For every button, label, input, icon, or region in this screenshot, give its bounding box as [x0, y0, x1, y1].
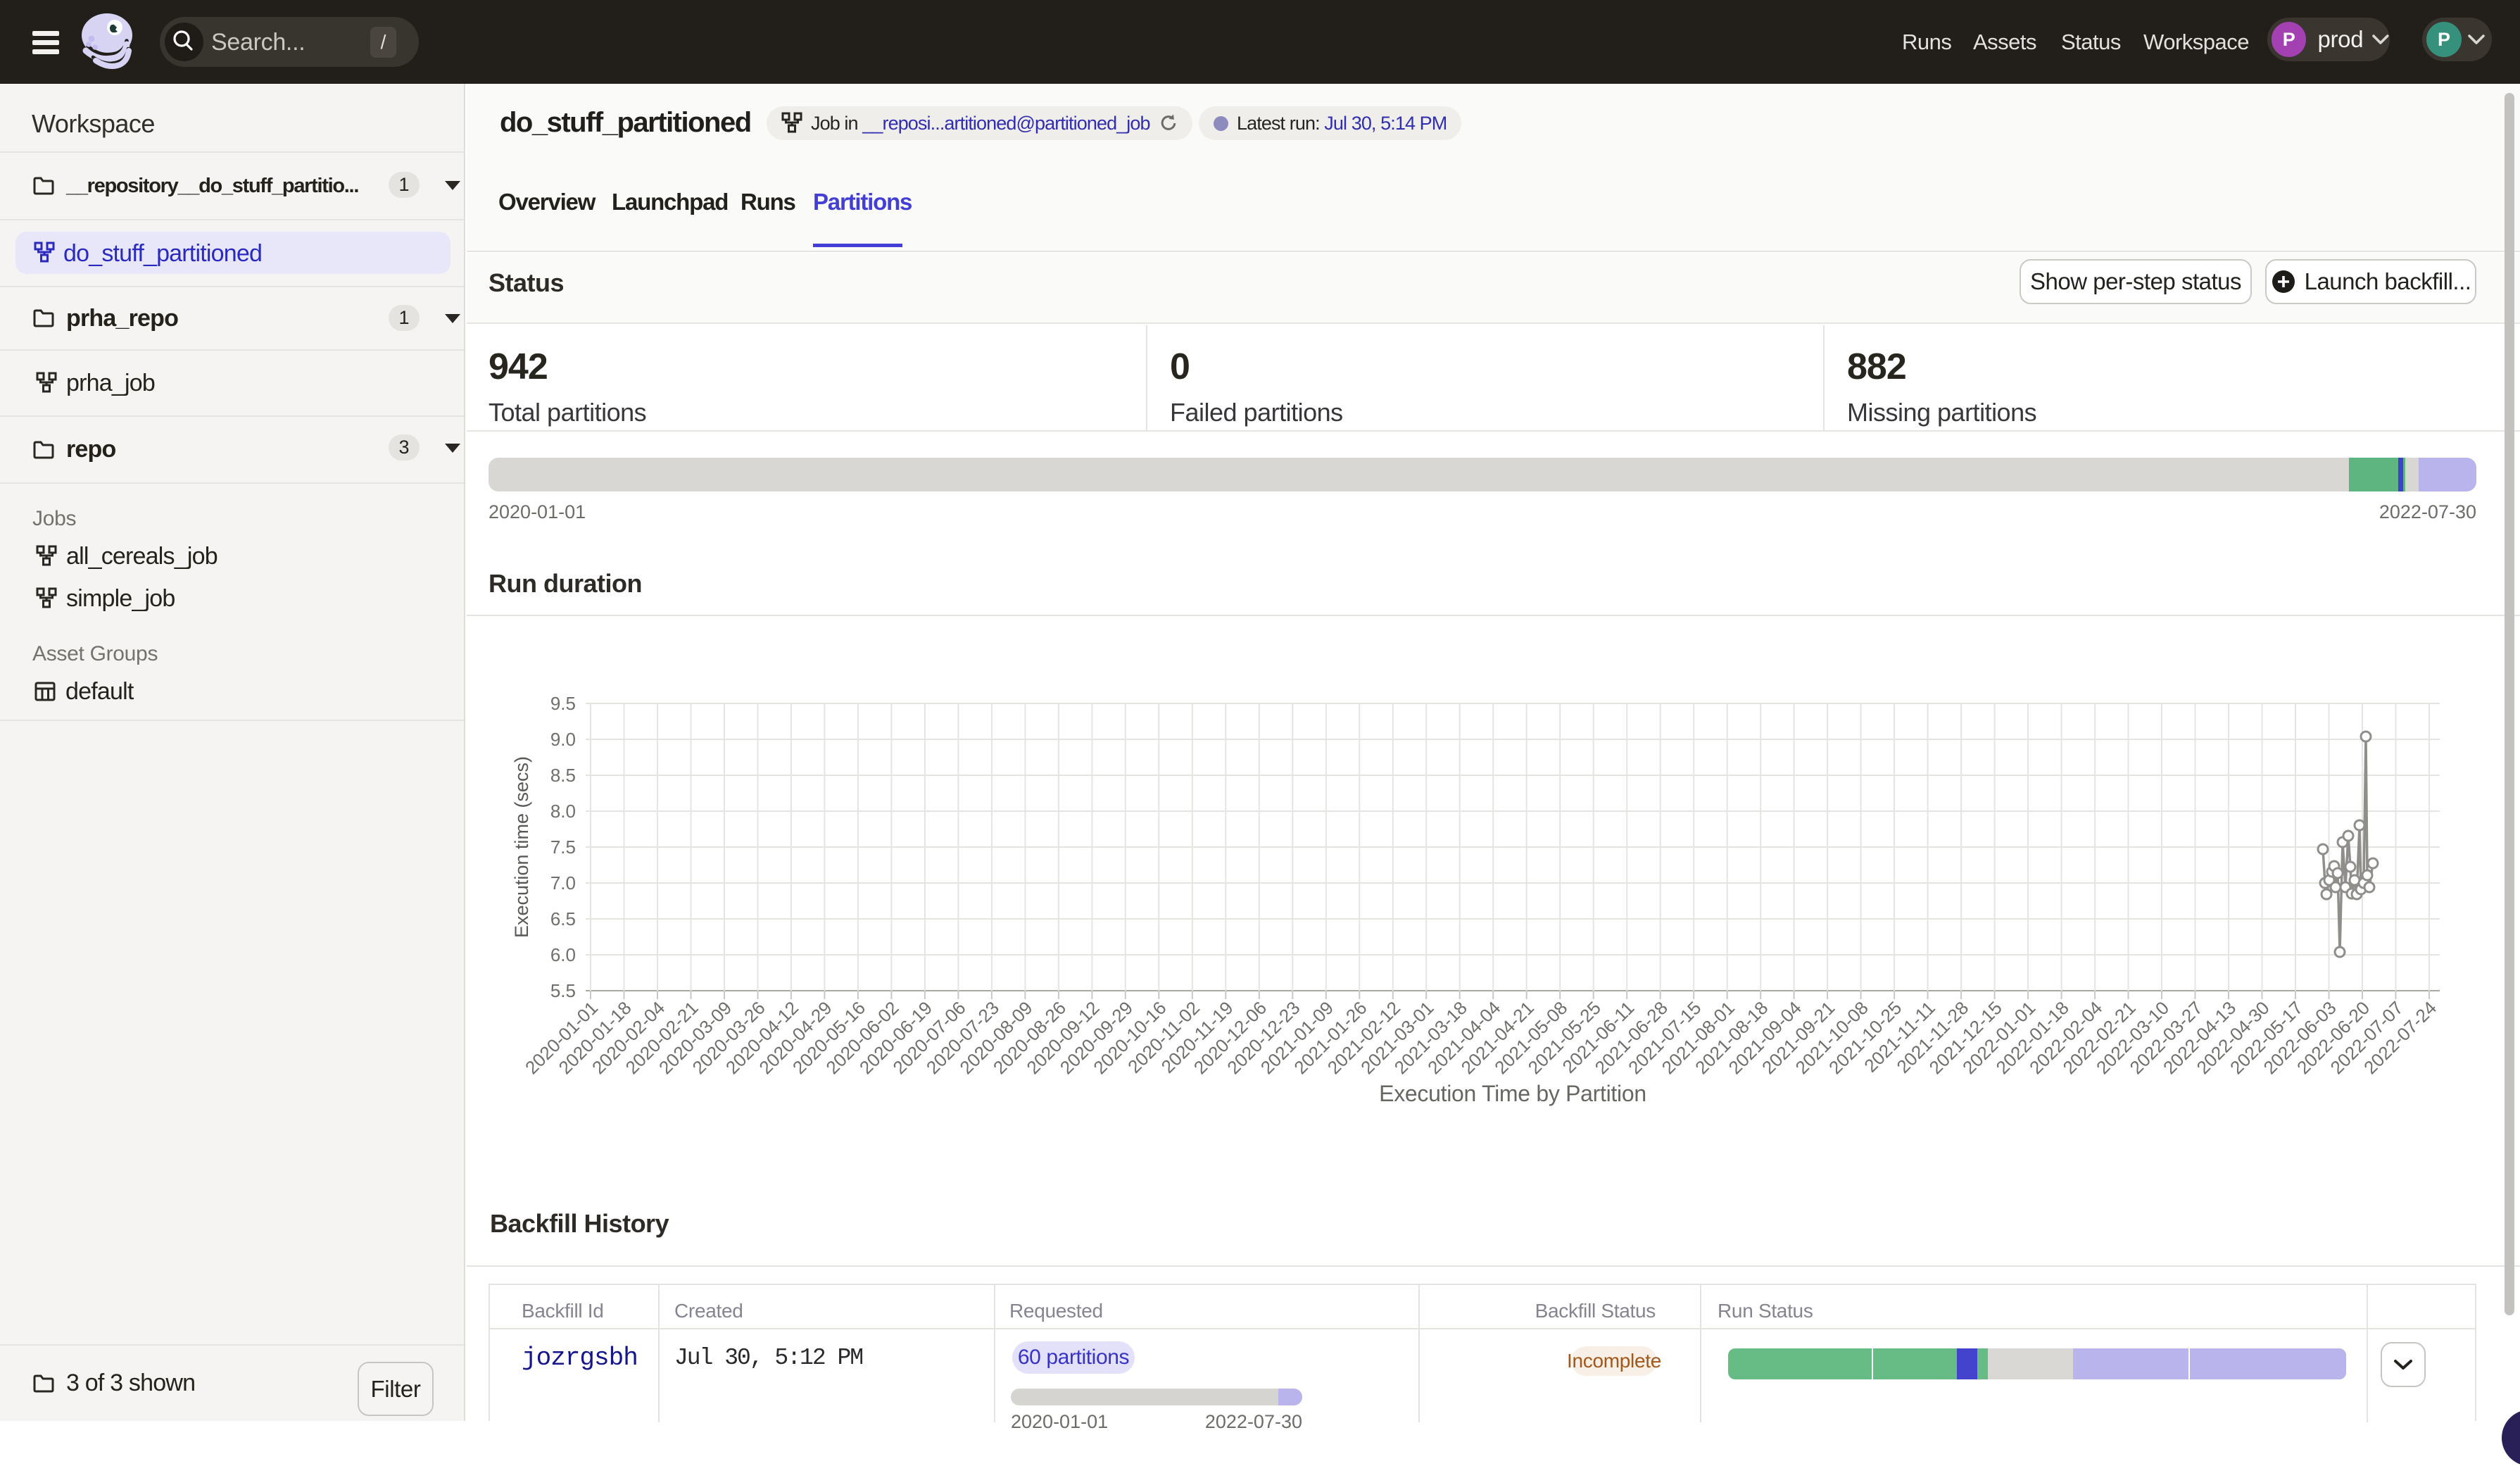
svg-text:9.0: 9.0	[550, 729, 576, 750]
svg-text:Execution time (secs): Execution time (secs)	[511, 756, 532, 938]
svg-text:9.5: 9.5	[550, 693, 576, 714]
svg-text:7.5: 7.5	[550, 837, 576, 858]
svg-text:6.5: 6.5	[550, 908, 576, 929]
svg-text:8.5: 8.5	[550, 765, 576, 786]
svg-text:8.0: 8.0	[550, 801, 576, 822]
svg-text:5.5: 5.5	[550, 980, 576, 1001]
svg-text:6.0: 6.0	[550, 944, 576, 965]
svg-text:7.0: 7.0	[550, 872, 576, 894]
